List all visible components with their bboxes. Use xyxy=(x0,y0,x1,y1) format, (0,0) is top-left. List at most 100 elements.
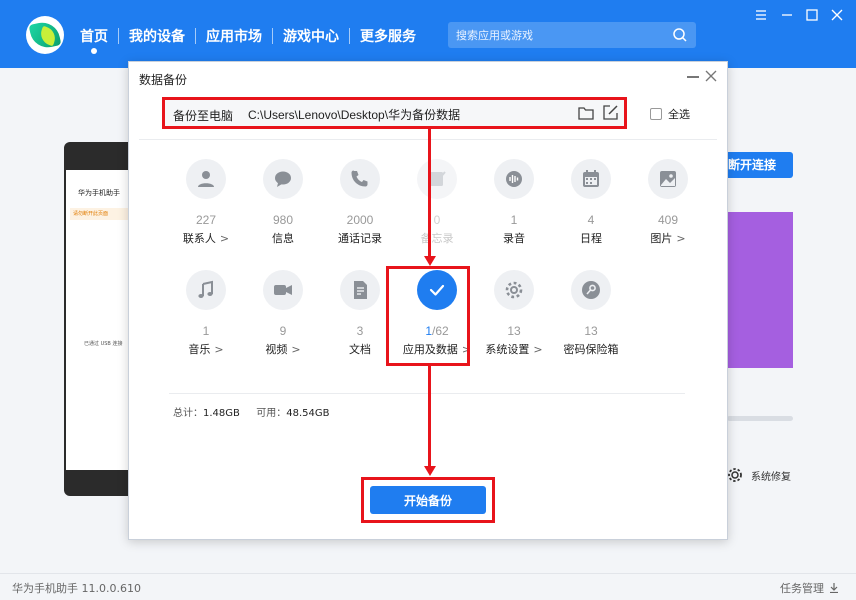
phone-app-title: 华为手机助手 xyxy=(78,189,120,197)
storage-progress xyxy=(727,416,793,421)
chevron-right-icon[interactable]: > xyxy=(220,232,229,245)
available-value: 48.54GB xyxy=(286,408,330,419)
category-count: 2000 xyxy=(346,213,374,227)
nav-home[interactable]: 首页 xyxy=(70,26,118,54)
total-label: 总计： xyxy=(173,408,203,419)
nav-my-devices[interactable]: 我的设备 xyxy=(119,26,195,46)
dialog-minimize-icon[interactable] xyxy=(687,76,699,78)
category-item[interactable]: 980 信息 xyxy=(246,159,320,246)
category-name: 通话记录 xyxy=(338,232,382,245)
phone-icon[interactable] xyxy=(340,159,380,199)
category-name: 系统设置 > xyxy=(485,343,543,356)
nav-app-market[interactable]: 应用市场 xyxy=(196,26,272,46)
annotation-arrow-line xyxy=(428,365,431,467)
close-icon[interactable] xyxy=(831,9,843,21)
edit-icon[interactable] xyxy=(603,105,618,120)
video-icon[interactable] xyxy=(263,270,303,310)
category-name: 音乐 > xyxy=(188,343,224,356)
select-all-label: 全选 xyxy=(668,108,690,121)
chevron-right-icon[interactable]: > xyxy=(214,343,223,356)
gear-icon xyxy=(728,468,742,482)
available-label: 可用： xyxy=(256,408,287,419)
select-all-checkbox[interactable] xyxy=(650,108,662,120)
annotation-arrow-line xyxy=(428,128,431,257)
backup-path-bar: 备份至电脑 C:\Users\Lenovo\Desktop\华为备份数据 xyxy=(162,97,627,129)
category-name: 备忘录 xyxy=(420,232,454,245)
app-logo xyxy=(26,16,64,54)
category-count: 9 xyxy=(279,324,287,338)
category-name: 信息 xyxy=(272,232,294,245)
settings-icon[interactable] xyxy=(494,270,534,310)
category-item[interactable]: 9 视频 > xyxy=(246,270,320,357)
download-icon xyxy=(830,583,838,593)
divider xyxy=(169,393,685,394)
category-count: 409 xyxy=(657,213,679,227)
password-vault-icon[interactable] xyxy=(571,270,611,310)
dialog-title: 数据备份 xyxy=(139,73,188,87)
category-item[interactable]: 2000 通话记录 xyxy=(323,159,397,246)
annotation-arrow-head xyxy=(423,256,436,266)
category-count: 13 xyxy=(584,324,598,338)
folder-icon[interactable] xyxy=(578,106,594,120)
storage-summary: 总计：1.48GB 可用：48.54GB xyxy=(173,404,330,419)
category-count: 1 xyxy=(510,213,518,227)
document-icon[interactable] xyxy=(340,270,380,310)
app-version: 华为手机助手 11.0.0.610 xyxy=(12,582,141,595)
category-item[interactable]: 13 系统设置 > xyxy=(477,270,551,357)
category-name: 视频 > xyxy=(265,343,301,356)
picture-icon[interactable] xyxy=(648,159,688,199)
category-item[interactable]: 1 音乐 > xyxy=(169,270,243,357)
select-all[interactable]: 全选 xyxy=(650,106,690,122)
recording-icon[interactable] xyxy=(494,159,534,199)
category-item[interactable]: 1 录音 xyxy=(477,159,551,246)
contact-icon[interactable] xyxy=(186,159,226,199)
category-item[interactable]: 4 日程 xyxy=(554,159,628,246)
calendar-icon[interactable] xyxy=(571,159,611,199)
category-name: 联系人 > xyxy=(182,232,230,245)
memo-icon[interactable] xyxy=(417,159,457,199)
category-count: 4 xyxy=(587,213,595,227)
chevron-right-icon[interactable]: > xyxy=(533,343,542,356)
backup-path-label: 备份至电脑 xyxy=(173,109,234,123)
promo-card[interactable] xyxy=(727,212,793,368)
task-manager-label: 任务管理 xyxy=(780,582,824,595)
message-icon[interactable] xyxy=(263,159,303,199)
backup-path-value: C:\Users\Lenovo\Desktop\华为备份数据 xyxy=(248,108,461,122)
category-item[interactable]: 13 密码保险箱 xyxy=(554,270,628,357)
category-name: 日程 xyxy=(580,232,602,245)
music-icon[interactable] xyxy=(186,270,226,310)
category-name: 录音 xyxy=(503,232,525,245)
start-backup-button[interactable]: 开始备份 xyxy=(370,486,486,514)
system-repair[interactable]: 系统修复 xyxy=(727,467,791,483)
highlight-apps-data xyxy=(386,266,470,366)
main-nav: 首页 我的设备 应用市场 游戏中心 更多服务 xyxy=(70,26,426,54)
maximize-icon[interactable] xyxy=(806,9,818,21)
category-item[interactable]: 227 联系人 > xyxy=(169,159,243,246)
search-box xyxy=(448,22,696,48)
category-item[interactable]: 409 图片 > xyxy=(631,159,705,246)
category-name: 图片 > xyxy=(650,232,686,245)
search-input[interactable] xyxy=(448,22,668,48)
top-bar: 首页 我的设备 应用市场 游戏中心 更多服务 xyxy=(0,0,856,68)
task-manager[interactable]: 任务管理 xyxy=(780,580,839,596)
nav-more-services[interactable]: 更多服务 xyxy=(350,26,426,46)
nav-game-center[interactable]: 游戏中心 xyxy=(273,26,349,46)
phone-usb-status: 已通过 USB 连接 xyxy=(84,341,123,347)
chevron-right-icon[interactable]: > xyxy=(676,232,685,245)
chevron-right-icon[interactable]: > xyxy=(291,343,300,356)
minimize-icon[interactable] xyxy=(781,9,793,21)
category-count: 980 xyxy=(272,213,294,227)
phone-warning: 请勿断开此页面 xyxy=(70,208,132,220)
dialog-close-icon[interactable] xyxy=(704,69,718,83)
menu-icon[interactable] xyxy=(755,9,767,21)
category-item[interactable]: 0 备忘录 xyxy=(400,159,474,246)
category-count: 227 xyxy=(195,213,217,227)
category-name: 密码保险箱 xyxy=(563,343,619,356)
search-icon[interactable] xyxy=(672,27,688,43)
category-count: 0 xyxy=(433,213,441,227)
annotation-arrow-head xyxy=(423,466,436,476)
total-value: 1.48GB xyxy=(203,408,240,419)
system-repair-label: 系统修复 xyxy=(751,471,791,483)
status-bar: 华为手机助手 11.0.0.610 任务管理 xyxy=(0,573,856,600)
category-count: 13 xyxy=(507,324,521,338)
